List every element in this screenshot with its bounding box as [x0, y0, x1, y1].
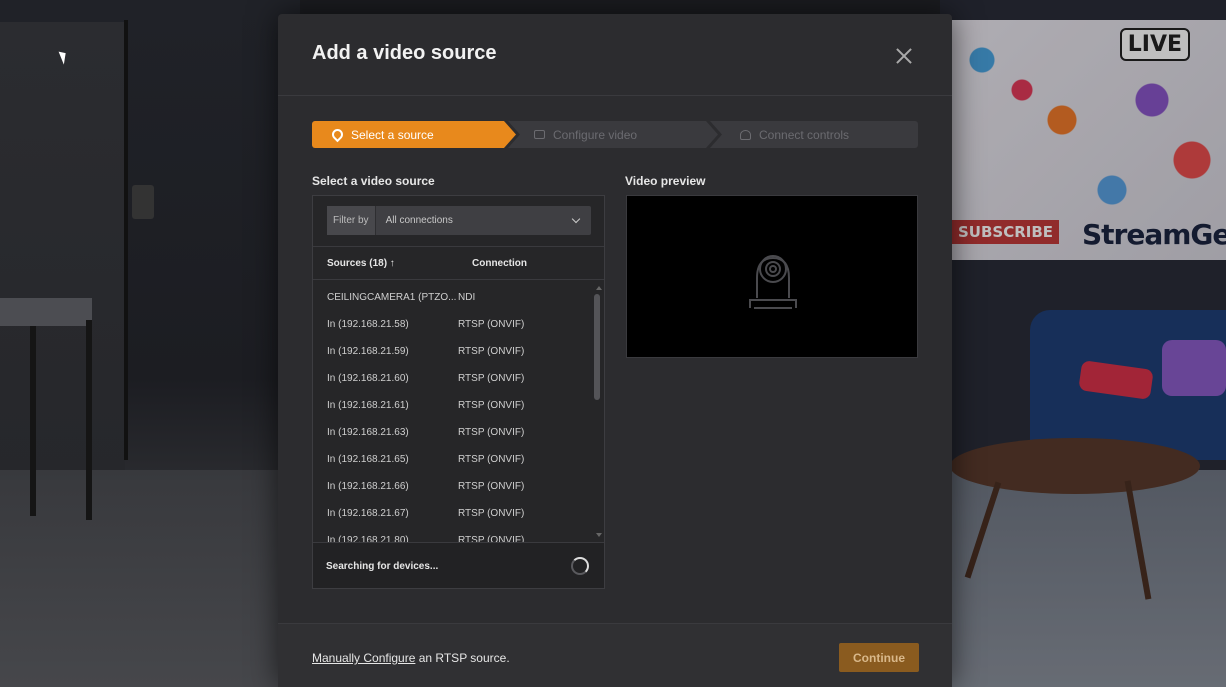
side-table [0, 298, 92, 326]
source-row[interactable]: In (192.168.21.58) RTSP (ONVIF) [313, 311, 593, 338]
wizard-stepper: Select a source Configure video Connect … [312, 121, 918, 148]
source-row[interactable]: In (192.168.21.59) RTSP (ONVIF) [313, 338, 593, 365]
source-name: In (192.168.21.59) [327, 346, 409, 357]
source-connection: RTSP (ONVIF) [458, 319, 525, 330]
table-leg [30, 326, 36, 516]
source-connection: RTSP (ONVIF) [458, 373, 525, 384]
step-connect-controls: Connect controls [710, 121, 918, 148]
source-name: In (192.168.21.67) [327, 508, 409, 519]
source-connection: RTSP (ONVIF) [458, 346, 525, 357]
step-select-source[interactable]: Select a source [312, 121, 516, 148]
source-list-heading: Select a video source [312, 174, 435, 188]
filter-label: Filter by [327, 206, 376, 235]
search-status-bar: Searching for devices... [313, 542, 604, 588]
close-icon[interactable] [892, 44, 916, 68]
video-preview-heading: Video preview [625, 174, 706, 188]
source-row[interactable]: In (192.168.21.60) RTSP (ONVIF) [313, 365, 593, 392]
table-header: Sources (18) ↑ Connection [313, 246, 604, 280]
studio-camera [132, 185, 154, 219]
video-preview [626, 195, 918, 358]
source-connection: RTSP (ONVIF) [458, 400, 525, 411]
source-row[interactable]: In (192.168.21.80) RTSP (ONVIF) [313, 527, 593, 542]
source-row[interactable]: CEILINGCAMERA1 (PTZO... NDI [313, 284, 593, 311]
column-sources-sort[interactable]: Sources (18) ↑ [327, 258, 395, 269]
source-row[interactable]: In (192.168.21.67) RTSP (ONVIF) [313, 500, 593, 527]
pin-icon [329, 126, 346, 143]
add-video-source-dialog: Add a video source Select a source Confi… [278, 14, 952, 687]
video-icon [534, 130, 545, 139]
step-label: Select a source [351, 127, 434, 142]
source-name: In (192.168.21.61) [327, 400, 409, 411]
step-configure-video: Configure video [508, 121, 718, 148]
dialog-title: Add a video source [312, 42, 497, 64]
backdrop [0, 22, 125, 482]
source-name: In (192.168.21.63) [327, 427, 409, 438]
filter-value: All connections [385, 215, 453, 226]
manual-configure-text: Manually Configure an RTSP source. [312, 651, 510, 665]
step-label: Configure video [553, 127, 638, 142]
table-leg [86, 320, 92, 520]
source-name: In (192.168.21.60) [327, 373, 409, 384]
continue-button[interactable]: Continue [839, 643, 919, 672]
dialog-footer: Manually Configure an RTSP source. Conti… [278, 623, 952, 687]
source-connection: RTSP (ONVIF) [458, 481, 525, 492]
scroll-up-arrow[interactable] [596, 286, 602, 290]
source-connection: RTSP (ONVIF) [458, 454, 525, 465]
source-row[interactable]: In (192.168.21.61) RTSP (ONVIF) [313, 392, 593, 419]
manual-configure-suffix: an RTSP source. [415, 651, 510, 665]
spinner-icon [571, 557, 589, 575]
manually-configure-link[interactable]: Manually Configure [312, 651, 415, 665]
source-name: CEILINGCAMERA1 (PTZO... [327, 292, 457, 303]
dialog-header: Add a video source [278, 14, 952, 96]
source-name: In (192.168.21.66) [327, 481, 409, 492]
source-connection: NDI [458, 292, 476, 303]
source-row[interactable]: In (192.168.21.63) RTSP (ONVIF) [313, 419, 593, 446]
ptz-camera-icon [749, 255, 797, 309]
light-stand [124, 20, 128, 460]
controls-icon [740, 129, 751, 140]
source-connection: RTSP (ONVIF) [458, 535, 525, 542]
chevron-down-icon [571, 214, 581, 224]
source-row[interactable]: In (192.168.21.66) RTSP (ONVIF) [313, 473, 593, 500]
search-status-text: Searching for devices... [326, 561, 439, 572]
dim-overlay [940, 0, 1226, 687]
scrollbar-thumb[interactable] [594, 294, 600, 400]
scrollbar[interactable] [593, 294, 601, 532]
source-name: In (192.168.21.58) [327, 319, 409, 330]
source-row[interactable]: In (192.168.21.65) RTSP (ONVIF) [313, 446, 593, 473]
source-connection: RTSP (ONVIF) [458, 508, 525, 519]
column-connection[interactable]: Connection [472, 258, 527, 269]
studio-right: LIVE SUBSCRIBE StreamGe [940, 0, 1226, 687]
filter-dropdown[interactable]: Filter by All connections [327, 206, 591, 235]
source-name: In (192.168.21.80) [327, 535, 409, 542]
scroll-down-arrow[interactable] [596, 533, 602, 537]
source-connection: RTSP (ONVIF) [458, 427, 525, 438]
source-list-panel: Filter by All connections Sources (18) ↑… [312, 195, 605, 589]
source-name: In (192.168.21.65) [327, 454, 409, 465]
source-list: CEILINGCAMERA1 (PTZO... NDI In (192.168.21… [313, 284, 593, 542]
floor [0, 470, 300, 687]
studio-left [0, 0, 300, 687]
step-label: Connect controls [759, 127, 850, 142]
